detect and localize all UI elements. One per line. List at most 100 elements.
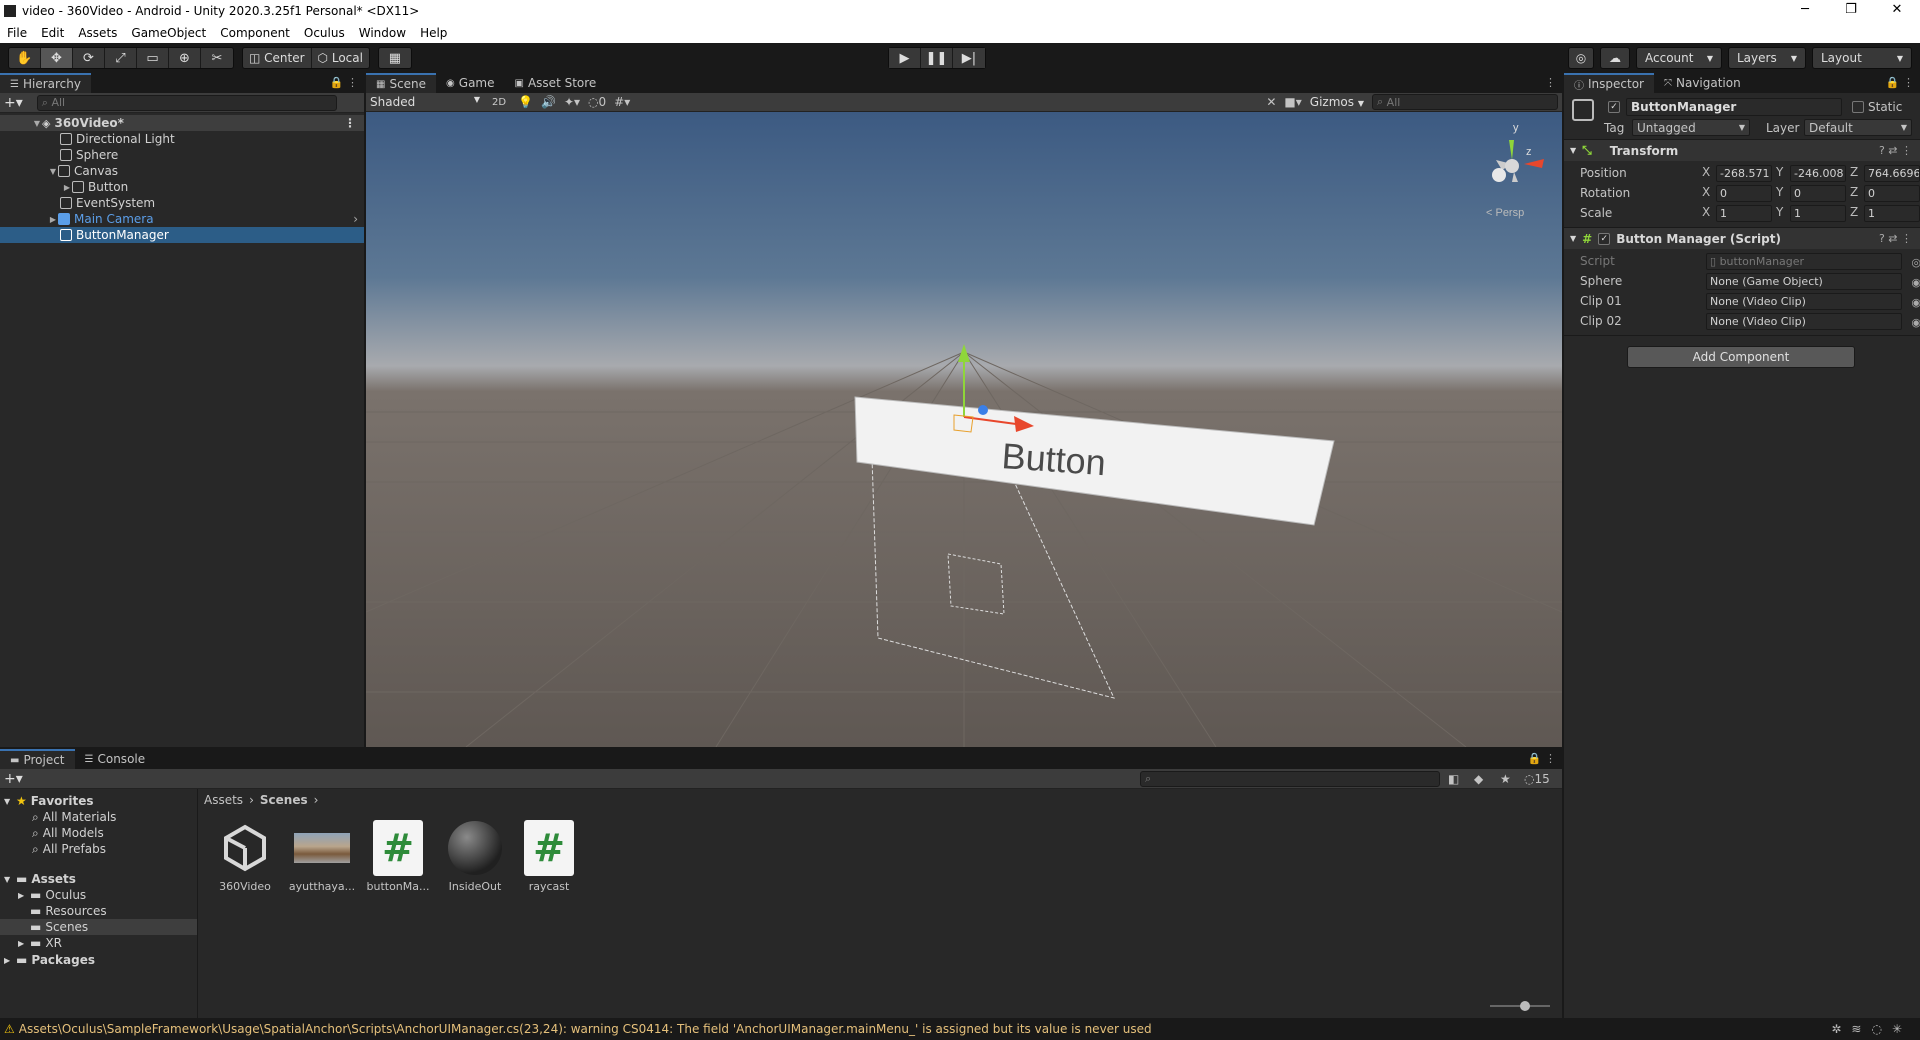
tag-dropdown[interactable]: Untagged ▼ xyxy=(1632,119,1750,136)
grid-snap-icon[interactable]: ▦ xyxy=(378,48,411,68)
tab-project[interactable]: ▬ Project xyxy=(0,749,75,769)
fold-arrow-icon[interactable]: ▼ xyxy=(32,119,42,128)
collab-icon[interactable]: ◎ xyxy=(1568,47,1594,69)
script-field[interactable]: ▯ buttonManager ◎ xyxy=(1706,252,1920,270)
component-enabled-checkbox[interactable]: ✓ xyxy=(1598,232,1611,245)
transform-icon[interactable]: ⊕ xyxy=(169,48,201,68)
hand-icon[interactable]: ✋ xyxy=(9,48,41,68)
add-component-button[interactable]: Add Component xyxy=(1627,346,1855,368)
row-menu-icon[interactable]: ⋮ xyxy=(344,116,356,130)
tab-scene[interactable]: ▦ Scene xyxy=(366,73,437,93)
target-icon[interactable]: ◉ xyxy=(1911,315,1920,330)
panel-menu-icon[interactable]: ⋮ xyxy=(1545,76,1556,89)
asset-folder[interactable]: ▶ ▬ Oculus xyxy=(0,887,197,903)
menu-gameobject[interactable]: GameObject xyxy=(124,26,213,40)
tab-console[interactable]: ☰ Console xyxy=(75,749,156,769)
asset-item[interactable]: # buttonMa... xyxy=(362,820,434,893)
hierarchy-item[interactable]: ▼ Canvas xyxy=(0,163,364,179)
favorites-row[interactable]: ▼ ★ Favorites xyxy=(0,793,197,809)
persp-label[interactable]: < Persp xyxy=(1486,207,1524,219)
move-icon[interactable]: ✥ xyxy=(41,48,73,68)
pivot-local-button[interactable]: ⬡ Local xyxy=(311,48,369,68)
position-y-field[interactable]: -246.008 xyxy=(1790,164,1846,182)
layer-dropdown[interactable]: Default ▼ xyxy=(1804,119,1912,136)
audio-icon[interactable]: 🔊 xyxy=(541,95,556,109)
asset-item[interactable]: InsideOut xyxy=(439,820,511,893)
packages-row[interactable]: ▶ ▬ Packages xyxy=(0,952,197,968)
menu-window[interactable]: Window xyxy=(352,26,413,40)
chevron-right-icon[interactable]: › xyxy=(353,212,358,226)
hierarchy-item-selected[interactable]: ButtonManager xyxy=(0,227,364,243)
layers-dropdown[interactable]: Layers ▼ xyxy=(1728,47,1806,69)
object-name-input[interactable]: ButtonManager xyxy=(1626,98,1842,116)
tab-navigation[interactable]: ⤧ Navigation xyxy=(1654,73,1751,93)
component-tools-icon[interactable]: ? ⇄ ⋮ xyxy=(1879,232,1912,245)
add-icon[interactable]: +▾ xyxy=(4,771,23,787)
fold-arrow-icon[interactable]: ▼ xyxy=(1570,146,1576,155)
tools-icon[interactable]: ✕ xyxy=(1266,95,1276,109)
pivot-center-button[interactable]: ◫ Center xyxy=(243,48,312,68)
stack-icon[interactable]: ≋ xyxy=(1851,1022,1871,1036)
effects-icon[interactable]: ✦▾ xyxy=(564,95,580,109)
hierarchy-item[interactable]: Sphere xyxy=(0,147,364,163)
scene-render[interactable]: Button y z < Persp xyxy=(366,112,1562,747)
menu-help[interactable]: Help xyxy=(413,26,454,40)
gizmo-z-handle[interactable] xyxy=(978,405,988,415)
asset-folder[interactable]: ▬ Resources xyxy=(0,903,197,919)
rotate-icon[interactable]: ⟳ xyxy=(73,48,105,68)
fold-arrow-icon[interactable]: ▼ xyxy=(48,167,58,176)
panel-menu-icon[interactable]: 🔒 ⋮ xyxy=(330,76,358,89)
asset-folder[interactable]: ▶ ▬ XR xyxy=(0,935,197,951)
target-icon[interactable]: ◎ xyxy=(1911,255,1920,270)
sphere-field[interactable]: None (Game Object) ◉ xyxy=(1706,272,1920,290)
favorite-item[interactable]: ⌕ All Prefabs xyxy=(0,841,197,857)
rotation-z-field[interactable]: 0 xyxy=(1864,184,1920,202)
hierarchy-item[interactable]: ▶ Button xyxy=(0,179,364,195)
tab-asset-store[interactable]: ▣ Asset Store xyxy=(505,73,607,93)
grid-icon[interactable]: #▾ xyxy=(614,95,630,109)
add-icon[interactable]: +▾ xyxy=(4,95,23,111)
gizmo-y-arrow[interactable] xyxy=(958,344,970,362)
breadcrumb-item[interactable]: Scenes xyxy=(260,793,308,807)
panel-menu-icon[interactable]: 🔒 ⋮ xyxy=(1528,752,1556,765)
hierarchy-item[interactable]: Directional Light xyxy=(0,131,364,147)
position-x-field[interactable]: -268.571 xyxy=(1716,164,1772,182)
menu-component[interactable]: Component xyxy=(213,26,297,40)
scale-x-field[interactable]: 1 xyxy=(1716,204,1772,222)
camera-icon[interactable]: ■▾ xyxy=(1284,95,1301,109)
hierarchy-item[interactable]: EventSystem xyxy=(0,195,364,211)
custom-tool-icon[interactable]: ✂ xyxy=(201,48,233,68)
active-checkbox[interactable]: ✓ xyxy=(1608,101,1620,113)
assets-row[interactable]: ▼ ▬ Assets xyxy=(0,871,197,887)
fold-arrow-icon[interactable]: ▶ xyxy=(18,891,30,900)
static-checkbox[interactable] xyxy=(1852,101,1864,113)
asset-folder-selected[interactable]: ▬ Scenes xyxy=(0,919,197,935)
clip02-field[interactable]: None (Video Clip) ◉ xyxy=(1706,312,1920,330)
rect-icon[interactable]: ▭ xyxy=(137,48,169,68)
hierarchy-scene-row[interactable]: ▼ ◈ 360Video* ⋮ xyxy=(0,115,364,131)
fold-arrow-icon[interactable]: ▼ xyxy=(1570,234,1576,243)
filter-type-icon[interactable]: ◧ xyxy=(1448,772,1459,786)
pause-icon[interactable]: ❚❚ xyxy=(921,48,953,68)
menu-oculus[interactable]: Oculus xyxy=(297,26,352,40)
menu-edit[interactable]: Edit xyxy=(34,26,71,40)
scene-viewport[interactable]: Button y z < Persp xyxy=(366,112,1562,747)
script-component-header[interactable]: ▼ # ✓ Button Manager (Script) ? ⇄ ⋮ xyxy=(1564,227,1920,249)
slider-thumb[interactable] xyxy=(1520,1001,1530,1011)
fold-arrow-icon[interactable]: ▶ xyxy=(18,939,30,948)
asset-item[interactable]: # raycast xyxy=(513,820,585,893)
scale-icon[interactable]: ⤢ xyxy=(105,48,137,68)
close-button[interactable]: ✕ xyxy=(1874,0,1920,22)
visibility-icon[interactable]: ◌0 xyxy=(588,95,606,109)
fold-arrow-icon[interactable]: ▼ xyxy=(4,797,16,806)
filter-label-icon[interactable]: ◆ xyxy=(1474,772,1483,786)
asset-item[interactable]: ayutthaya... xyxy=(286,820,358,893)
cloud-icon[interactable]: ☁ xyxy=(1600,47,1630,69)
project-search-input[interactable]: ⌕ xyxy=(1140,771,1440,787)
clip01-field[interactable]: None (Video Clip) ◉ xyxy=(1706,292,1920,310)
menu-assets[interactable]: Assets xyxy=(71,26,124,40)
fold-arrow-icon[interactable]: ▶ xyxy=(62,183,72,192)
2d-toggle[interactable]: 2D xyxy=(488,97,510,108)
hidden-icon[interactable]: ◌ xyxy=(1871,1022,1891,1036)
favorite-icon[interactable]: ★ xyxy=(1500,772,1511,786)
